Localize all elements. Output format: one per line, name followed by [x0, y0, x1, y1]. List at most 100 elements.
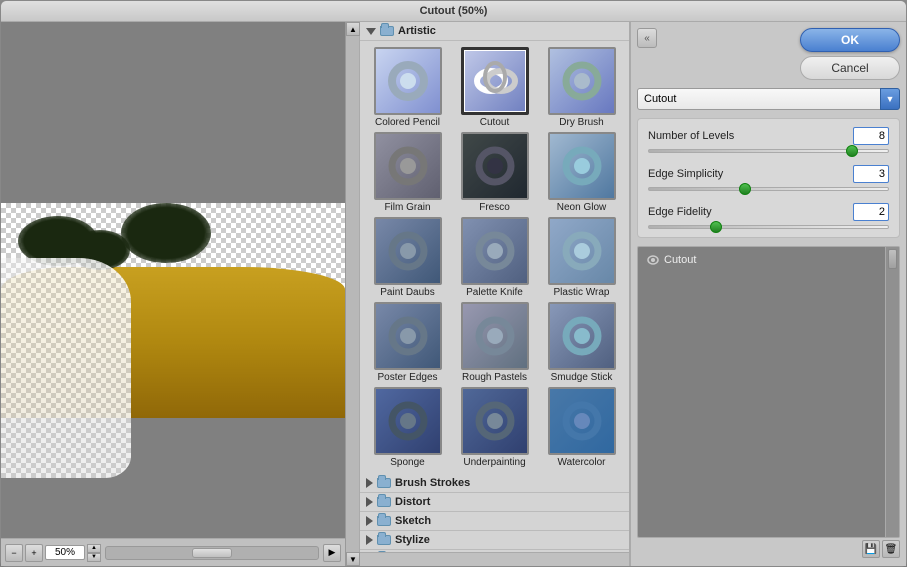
category-artistic[interactable]: Artistic	[360, 22, 629, 41]
settings-panel: « OK Cancel Cutout ▼	[631, 22, 906, 566]
plastic-wrap-label: Plastic Wrap	[554, 287, 610, 298]
zoom-plus-button[interactable]: +	[25, 544, 43, 562]
filter-selector-row: Cutout ▼	[637, 88, 900, 110]
filter-colored-pencil[interactable]: Colored Pencil	[366, 47, 449, 128]
colored-pencil-label: Colored Pencil	[375, 117, 440, 128]
edge-fidelity-input[interactable]	[853, 203, 889, 221]
filter-poster-edges[interactable]: Poster Edges	[366, 302, 449, 383]
edge-fidelity-label-row: Edge Fidelity	[648, 203, 889, 221]
watercolor-label: Watercolor	[558, 457, 606, 468]
film-grain-label: Film Grain	[384, 202, 430, 213]
filter-cutout[interactable]: Cutout	[453, 47, 536, 128]
zoom-stepper[interactable]: ▲ ▼	[87, 544, 101, 562]
filter-watercolor[interactable]: Watercolor	[540, 387, 623, 468]
edge-simplicity-input[interactable]	[853, 165, 889, 183]
preview-scrollbar[interactable]	[105, 546, 319, 560]
filter-dropdown-value: Cutout	[644, 93, 676, 105]
brush-strokes-label: Brush Strokes	[395, 477, 470, 489]
stylize-label: Stylize	[395, 534, 430, 546]
neon-glow-thumb[interactable]	[548, 132, 616, 200]
filter-fresco[interactable]: Fresco	[453, 132, 536, 213]
poster-edges-thumb[interactable]	[374, 302, 442, 370]
rough-pastels-label: Rough Pastels	[462, 372, 527, 383]
number-of-levels-control: Number of Levels	[648, 127, 889, 153]
filter-list[interactable]: Artistic Colored Pencil	[360, 22, 629, 552]
cancel-button[interactable]: Cancel	[800, 56, 900, 80]
save-layer-button[interactable]: 💾	[862, 540, 880, 558]
artistic-folder-icon	[380, 26, 394, 36]
layer-item[interactable]: Cutout	[642, 251, 895, 269]
edge-fidelity-control: Edge Fidelity	[648, 203, 889, 229]
scroll-right-button[interactable]: ▶	[323, 544, 341, 562]
layer-panel-inner: Cutout	[638, 247, 899, 273]
collapse-button[interactable]: «	[637, 28, 657, 48]
zoom-up-button[interactable]: ▲	[87, 544, 101, 553]
sketch-folder-icon	[377, 516, 391, 526]
dropdown-arrow-button[interactable]: ▼	[880, 88, 900, 110]
edge-simplicity-thumb	[739, 183, 751, 195]
watercolor-thumb[interactable]	[548, 387, 616, 455]
filter-underpainting[interactable]: Underpainting	[453, 387, 536, 468]
fresco-thumb[interactable]	[461, 132, 529, 200]
filter-film-grain[interactable]: Film Grain	[366, 132, 449, 213]
filter-dry-brush[interactable]: Dry Brush	[540, 47, 623, 128]
delete-layer-button[interactable]: 🗑	[882, 540, 900, 558]
edge-simplicity-slider[interactable]	[648, 187, 889, 191]
paint-daubs-label: Paint Daubs	[380, 287, 434, 298]
scroll-track	[346, 36, 359, 552]
palette-knife-thumb[interactable]	[461, 217, 529, 285]
number-of-levels-label: Number of Levels	[648, 130, 734, 142]
dialog-title: Cutout (50%)	[420, 5, 488, 17]
scroll-up-arrow[interactable]: ▲	[346, 22, 360, 36]
subcategory-list: Brush Strokes Distort Sketch	[360, 474, 629, 552]
zoom-down-button[interactable]: ▼	[87, 553, 101, 562]
edge-simplicity-label-row: Edge Simplicity	[648, 165, 889, 183]
sketch-triangle-icon	[366, 516, 373, 526]
edge-simplicity-label: Edge Simplicity	[648, 168, 723, 180]
filter-panel-wrapper: ▲ ▼ Artistic	[346, 22, 631, 566]
colored-pencil-thumb[interactable]	[374, 47, 442, 115]
filter-rough-pastels[interactable]: Rough Pastels	[453, 302, 536, 383]
dry-brush-thumb[interactable]	[548, 47, 616, 115]
paint-daubs-thumb[interactable]	[374, 217, 442, 285]
delete-icon: 🗑	[885, 544, 898, 555]
distort-triangle-icon	[366, 497, 373, 507]
rough-pastels-thumb[interactable]	[461, 302, 529, 370]
layer-visibility-icon[interactable]	[646, 253, 660, 267]
category-stylize[interactable]: Stylize	[360, 531, 629, 550]
category-distort[interactable]: Distort	[360, 493, 629, 512]
smudge-stick-label: Smudge Stick	[551, 372, 613, 383]
settings-top-row: « OK Cancel	[637, 28, 900, 80]
main-dialog: Cutout (50%)	[0, 0, 907, 567]
scroll-down-arrow[interactable]: ▼	[346, 552, 360, 566]
sponge-label: Sponge	[390, 457, 424, 468]
filter-plastic-wrap[interactable]: Plastic Wrap	[540, 217, 623, 298]
underpainting-thumb[interactable]	[461, 387, 529, 455]
filter-smudge-stick[interactable]: Smudge Stick	[540, 302, 623, 383]
filter-sponge[interactable]: Sponge	[366, 387, 449, 468]
layer-scrollbar[interactable]	[885, 247, 899, 537]
brush-strokes-triangle-icon	[366, 478, 373, 488]
plastic-wrap-thumb[interactable]	[548, 217, 616, 285]
category-sketch[interactable]: Sketch	[360, 512, 629, 531]
filter-neon-glow[interactable]: Neon Glow	[540, 132, 623, 213]
cutout-thumb[interactable]	[461, 47, 529, 115]
sponge-thumb[interactable]	[374, 387, 442, 455]
filter-bottom-bar	[360, 552, 629, 566]
number-of-levels-slider[interactable]	[648, 149, 889, 153]
number-of-levels-input[interactable]	[853, 127, 889, 145]
action-buttons: OK Cancel	[800, 28, 900, 80]
filter-dropdown[interactable]: Cutout	[637, 88, 900, 110]
category-brush-strokes[interactable]: Brush Strokes	[360, 474, 629, 493]
number-of-levels-thumb	[846, 145, 858, 157]
edge-fidelity-slider[interactable]	[648, 225, 889, 229]
film-grain-thumb[interactable]	[374, 132, 442, 200]
preview-gray-top	[1, 22, 345, 203]
zoom-minus-button[interactable]: −	[5, 544, 23, 562]
filter-palette-knife[interactable]: Palette Knife	[453, 217, 536, 298]
filter-paint-daubs[interactable]: Paint Daubs	[366, 217, 449, 298]
layer-scrollbar-thumb	[888, 249, 897, 269]
ok-button[interactable]: OK	[800, 28, 900, 52]
preview-cutout-checker	[1, 258, 131, 478]
smudge-stick-thumb[interactable]	[548, 302, 616, 370]
